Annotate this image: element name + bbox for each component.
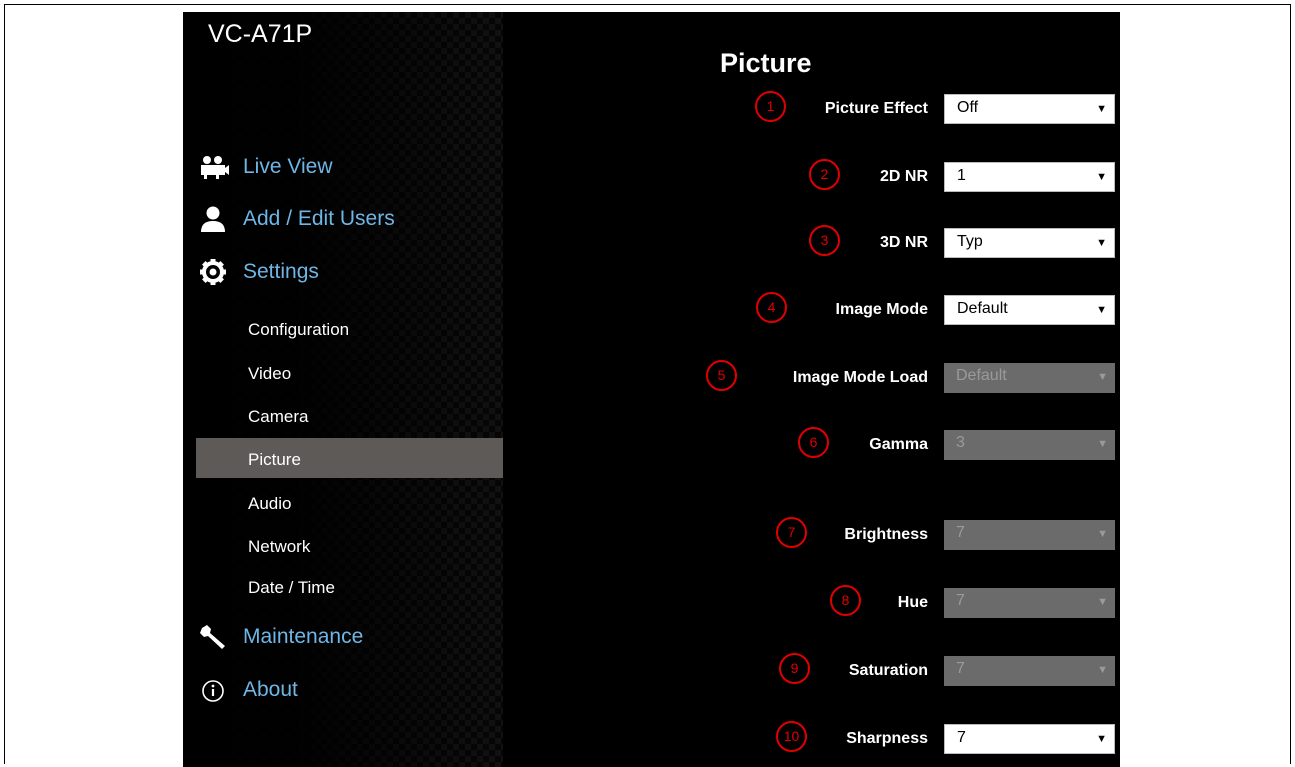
- setting-label: Saturation: [848, 662, 928, 679]
- triangle-down-icon: ▼: [1097, 664, 1108, 676]
- selected-value: Default: [956, 367, 1007, 384]
- sidebar: VC-A71P Live View Add / Edit Users Setti…: [183, 12, 503, 767]
- 2d-nr-select[interactable]: 1 ▼: [944, 162, 1115, 192]
- triangle-down-icon: ▼: [1097, 438, 1108, 450]
- setting-row-brightness: 7 Brightness 7 ▼: [503, 517, 1120, 550]
- nav-settings[interactable]: Settings: [199, 258, 319, 286]
- triangle-down-icon: ▼: [1097, 596, 1108, 608]
- nav-add-edit-users-label: Add / Edit Users: [243, 207, 395, 230]
- device-model-title: VC-A71P: [208, 20, 313, 48]
- nav-live-view-label: Live View: [243, 155, 333, 178]
- triangle-down-icon: ▼: [1096, 171, 1107, 183]
- setting-row-saturation: 9 Saturation 7 ▼: [503, 653, 1120, 686]
- annotation-marker: 7: [776, 517, 807, 548]
- nav-sub-network[interactable]: Network: [248, 537, 310, 557]
- setting-label: 2D NR: [879, 168, 928, 185]
- nav-sub-picture[interactable]: Picture: [248, 450, 301, 470]
- wrench-icon: [200, 625, 225, 649]
- brightness-select[interactable]: 7 ▼: [944, 520, 1115, 550]
- setting-row-sharpness: 10 Sharpness 7 ▼: [503, 721, 1120, 754]
- sharpness-select[interactable]: 7 ▼: [944, 724, 1115, 754]
- saturation-select[interactable]: 7 ▼: [944, 656, 1115, 686]
- selected-value: 1: [957, 167, 966, 184]
- selected-value: 7: [956, 524, 965, 541]
- triangle-down-icon: ▼: [1096, 103, 1107, 115]
- setting-label: Gamma: [869, 436, 928, 453]
- annotation-marker: 3: [809, 225, 840, 256]
- annotation-marker: 10: [776, 721, 807, 752]
- nav-sub-audio[interactable]: Audio: [248, 494, 291, 514]
- picture-effect-select[interactable]: Off ▼: [944, 94, 1115, 124]
- active-item-highlight: [196, 438, 503, 478]
- setting-label: Image Mode: [835, 301, 928, 318]
- image-mode-load-select[interactable]: Default ▼: [944, 363, 1115, 393]
- triangle-down-icon: ▼: [1097, 528, 1108, 540]
- setting-label: Sharpness: [846, 730, 928, 747]
- video-camera-people-icon: [201, 156, 229, 179]
- page-title: Picture: [720, 48, 812, 78]
- info-circle-icon: [202, 680, 224, 702]
- nav-add-edit-users[interactable]: Add / Edit Users: [199, 206, 395, 232]
- setting-label: Image Mode Load: [792, 369, 928, 386]
- nav-settings-label: Settings: [243, 260, 319, 283]
- setting-label: 3D NR: [879, 234, 928, 251]
- setting-row-gamma: 6 Gamma 3 ▼: [503, 427, 1120, 460]
- picture-settings-panel: Picture 1 Picture Effect Off ▼ 2 2D NR 1…: [503, 12, 1120, 767]
- gear-icon: [200, 259, 226, 285]
- setting-label: Brightness: [844, 526, 928, 543]
- selected-value: 7: [956, 660, 965, 677]
- annotation-marker: 2: [809, 159, 840, 190]
- hue-select[interactable]: 7 ▼: [944, 588, 1115, 618]
- selected-value: Off: [957, 99, 979, 116]
- triangle-down-icon: ▼: [1096, 304, 1107, 316]
- triangle-down-icon: ▼: [1096, 733, 1107, 745]
- annotation-marker: 8: [830, 585, 861, 616]
- gamma-select[interactable]: 3 ▼: [944, 430, 1115, 460]
- nav-sub-camera[interactable]: Camera: [248, 407, 308, 427]
- user-icon: [201, 206, 225, 232]
- annotation-marker: 5: [706, 360, 737, 391]
- triangle-down-icon: ▼: [1097, 371, 1108, 383]
- nav-sub-configuration[interactable]: Configuration: [248, 320, 349, 340]
- setting-row-3d-nr: 3 3D NR Typ ▼: [503, 225, 1120, 258]
- triangle-down-icon: ▼: [1096, 237, 1107, 249]
- selected-value: 3: [956, 434, 965, 451]
- nav-sub-video[interactable]: Video: [248, 364, 291, 384]
- setting-row-image-mode-load: 5 Image Mode Load Default ▼: [503, 360, 1120, 393]
- annotation-marker: 9: [779, 653, 810, 684]
- annotation-marker: 4: [756, 292, 787, 323]
- nav-live-view[interactable]: Live View: [199, 154, 333, 180]
- image-mode-select[interactable]: Default ▼: [944, 295, 1115, 325]
- annotation-marker: 6: [798, 427, 829, 458]
- nav-about-label: About: [243, 678, 298, 701]
- setting-row-picture-effect: 1 Picture Effect Off ▼: [503, 91, 1120, 124]
- 3d-nr-select[interactable]: Typ ▼: [944, 228, 1115, 258]
- selected-value: Default: [957, 300, 1008, 317]
- nav-about[interactable]: About: [199, 677, 298, 703]
- setting-row-hue: 8 Hue 7 ▼: [503, 585, 1120, 618]
- setting-row-2d-nr: 2 2D NR 1 ▼: [503, 159, 1120, 192]
- nav-sub-date-time[interactable]: Date / Time: [248, 578, 335, 598]
- selected-value: Typ: [957, 233, 983, 250]
- selected-value: 7: [956, 592, 965, 609]
- setting-label: Picture Effect: [824, 100, 928, 117]
- annotation-marker: 1: [755, 91, 786, 122]
- nav-maintenance[interactable]: Maintenance: [199, 624, 363, 650]
- nav-maintenance-label: Maintenance: [243, 625, 364, 648]
- camera-web-ui: VC-A71P Live View Add / Edit Users Setti…: [183, 12, 1120, 767]
- setting-row-image-mode: 4 Image Mode Default ▼: [503, 292, 1120, 325]
- setting-label: Hue: [897, 594, 928, 611]
- selected-value: 7: [957, 729, 966, 746]
